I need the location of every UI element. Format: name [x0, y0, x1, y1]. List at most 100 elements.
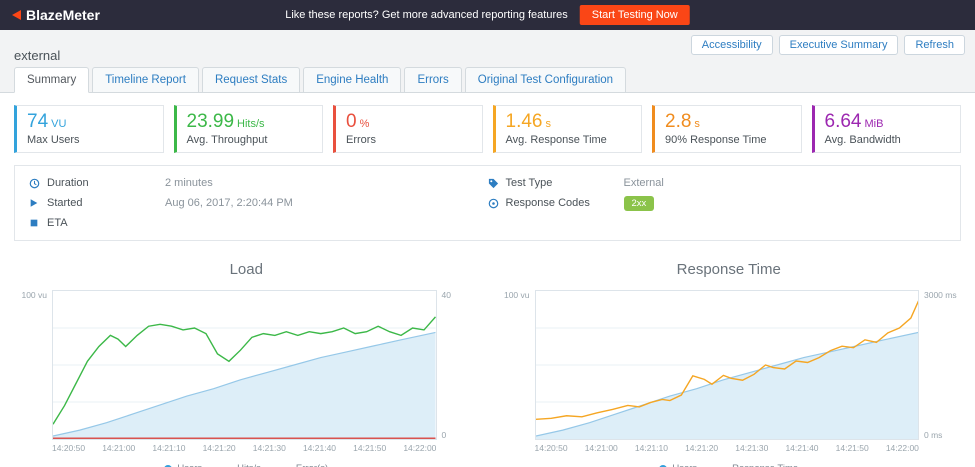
kpi-row: 74VUMax Users 23.99Hits/s Avg. Throughput 0… — [0, 93, 975, 165]
tab-engine-health[interactable]: Engine Health — [303, 67, 401, 93]
kpi-value: 2.8 — [665, 111, 691, 132]
kpi-value: 0 — [346, 111, 357, 132]
x-tick-label: 14:22:00 — [886, 443, 919, 453]
y-axis-right-top-label: 40 — [442, 290, 479, 300]
start-testing-button[interactable]: Start Testing Now — [580, 5, 690, 25]
tab-bar: SummaryTimeline ReportRequest StatsEngin… — [0, 66, 975, 93]
stop-icon — [29, 218, 47, 228]
x-tick-label: 14:20:50 — [52, 443, 85, 453]
kpi-card-avg-throughput: 23.99Hits/s Avg. Throughput — [174, 105, 324, 153]
legend-item-users[interactable]: Users — [659, 463, 697, 467]
info-label: ETA — [47, 217, 165, 229]
legend-item-response-time[interactable]: Response Time — [713, 463, 798, 467]
legend-label: Hits/s — [237, 463, 261, 467]
response-time-chart-panel: Response Time 100 vu 3000 ms 0 ms 14:20:50 14… — [497, 257, 962, 467]
refresh-button[interactable]: Refresh — [904, 35, 965, 55]
kpi-value: 23.99 — [187, 111, 235, 132]
content: 74VUMax Users23.99Hits/sAvg. Throughput0… — [0, 93, 975, 467]
info-label: Test Type — [506, 177, 624, 189]
legend-label: Users — [177, 463, 202, 467]
clock-icon — [29, 178, 47, 189]
chart-canvas — [53, 291, 436, 439]
x-tick-label: 14:20:50 — [535, 443, 568, 453]
chart-title: Response Time — [497, 261, 962, 278]
kpi-label: Avg. Response Time — [506, 134, 632, 146]
kpi-card-avg-bandwidth: 6.64MiB Avg. Bandwidth — [812, 105, 962, 153]
info-column: Test TypeExternalResponse Codes2xx — [488, 174, 947, 232]
legend-label: Users — [672, 463, 697, 467]
play-icon — [29, 198, 47, 208]
x-tick-label: 14:21:20 — [203, 443, 236, 453]
x-axis-ticks: 14:20:5014:21:0014:21:1014:21:2014:21:30… — [535, 443, 920, 453]
page-header: external Accessibility Executive SummaryR… — [0, 30, 975, 66]
users-area — [536, 332, 919, 439]
info-label: Response Codes — [506, 197, 624, 209]
page-title: external — [14, 48, 60, 63]
kpi-unit: s — [694, 118, 700, 130]
info-row-response-codes: Response Codes2xx — [488, 194, 947, 212]
test-info-panel: Duration2 minutesStartedAug 06, 2017, 2:… — [14, 165, 961, 241]
legend-item-error-s[interactable]: Error(s) — [277, 463, 328, 467]
kpi-unit: MiB — [864, 118, 883, 130]
kpi-label: Errors — [346, 134, 472, 146]
y-axis-right-bottom-label: 0 ms — [924, 430, 961, 440]
x-tick-label: 14:21:20 — [685, 443, 718, 453]
charts-section: Load100 vu40014:20:5014:21:0014:21:1014:… — [0, 241, 975, 467]
info-value: 2 minutes — [165, 177, 213, 189]
tab-original-test-configuration[interactable]: Original Test Configuration — [465, 67, 626, 93]
legend-label: Response Time — [732, 463, 798, 467]
x-axis-ticks: 14:20:50 14:21:00 14:21:10 14:21:20 14:21:30… — [52, 443, 437, 453]
navbar-promo: Like these reports? Get more advanced re… — [285, 5, 690, 25]
tab-request-stats[interactable]: Request Stats — [202, 67, 300, 93]
tab-errors[interactable]: Errors — [404, 67, 461, 93]
legend-item-users[interactable]: Users — [164, 463, 202, 467]
chart-plot — [535, 290, 920, 440]
chart-plot — [52, 290, 437, 440]
kpi-label: Avg. Throughput — [187, 134, 313, 146]
blazemeter-logo[interactable]: BlazeMeter — [12, 7, 100, 23]
accessibility-button[interactable]: Accessibility — [691, 35, 773, 55]
x-tick-label: 14:21:40 — [785, 443, 818, 453]
info-row-started: StartedAug 06, 2017, 2:20:44 PM — [29, 194, 488, 212]
kpi-card-90-response-time: 2.8s 90% Response Time — [652, 105, 802, 153]
y-axis-left-label: 100 vu — [21, 290, 47, 300]
kpi-label: Avg. Bandwidth — [825, 134, 951, 146]
tab-summary[interactable]: Summary — [14, 67, 89, 93]
tab-timeline-report[interactable]: Timeline Report — [92, 67, 199, 93]
y-axis-right-top-label: 3000 ms — [924, 290, 961, 300]
executive-summary-button[interactable]: Executive Summary — [779, 35, 899, 55]
kpi-value: 74 — [27, 111, 48, 132]
x-tick-label: 14:21:00 — [102, 443, 135, 453]
x-tick-label: 14:21:30 — [735, 443, 768, 453]
x-tick-label: 14:21:50 — [836, 443, 869, 453]
chart-title: Load — [14, 261, 479, 278]
promo-text: Like these reports? Get more advanced re… — [285, 9, 568, 21]
x-tick-label: 14:21:00 — [585, 443, 618, 453]
response-codes-icon — [488, 198, 506, 209]
chart-legend: Users Response Time — [497, 463, 962, 467]
x-tick-label: 14:21:30 — [253, 443, 286, 453]
kpi-unit: % — [360, 118, 370, 130]
x-tick-label: 14:22:00 — [403, 443, 436, 453]
y-axis-left-label: 100 vu — [504, 290, 530, 300]
info-label: Started — [47, 197, 165, 209]
kpi-value: 1.46 — [506, 111, 543, 132]
tag-icon — [488, 178, 506, 189]
info-value: External — [624, 177, 664, 189]
response-code-badge: 2xx — [624, 196, 655, 211]
kpi-label: 90% Response Time — [665, 134, 791, 146]
blazemeter-logo-icon — [12, 10, 21, 20]
kpi-unit: VU — [51, 118, 66, 130]
header-actions: Accessibility Executive SummaryRefresh — [691, 35, 965, 55]
chart-legend: Users Hits/s Error(s) — [14, 463, 479, 467]
x-tick-label: 14:21:50 — [353, 443, 386, 453]
kpi-unit: Hits/s — [237, 118, 265, 130]
kpi-card-max-users: 74VUMax Users — [14, 105, 164, 153]
kpi-card-avg-response-time: 1.46sAvg. Response Time — [493, 105, 643, 153]
users-area — [53, 332, 436, 439]
legend-item-hits-s[interactable]: Hits/s — [218, 463, 261, 467]
x-tick-label: 14:21:10 — [152, 443, 185, 453]
chart-canvas — [536, 291, 919, 439]
x-tick-label: 14:21:40 — [303, 443, 336, 453]
kpi-value: 6.64 — [825, 111, 862, 132]
